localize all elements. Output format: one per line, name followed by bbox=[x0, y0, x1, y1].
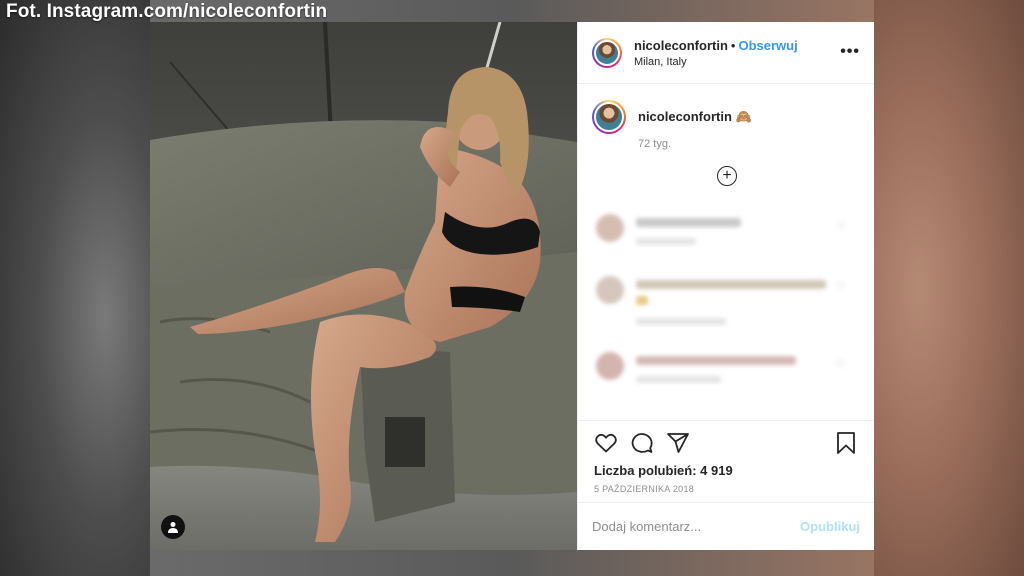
comment-input[interactable]: Dodaj komentarz... bbox=[592, 519, 800, 534]
post-date[interactable]: 5 PAŹDZIERNIKA 2018 bbox=[594, 484, 858, 494]
comment-heart-icon[interactable]: ♡ bbox=[836, 360, 846, 371]
blurred-meta bbox=[636, 238, 696, 245]
blurred-avatar bbox=[596, 352, 624, 380]
blurred-text bbox=[636, 356, 796, 365]
blurred-comment: ♡ bbox=[592, 276, 862, 332]
blurred-meta bbox=[636, 376, 721, 383]
background-blur-right bbox=[874, 0, 1024, 576]
user-silhouette-icon bbox=[168, 522, 178, 533]
blurred-text bbox=[636, 218, 741, 227]
user-tag-icon[interactable] bbox=[161, 515, 185, 539]
blurred-meta bbox=[636, 318, 726, 325]
username-link[interactable]: nicoleconfortin bbox=[634, 38, 728, 53]
likes-count[interactable]: Liczba polubień: 4 919 bbox=[594, 463, 858, 478]
comment-form: Dodaj komentarz... Opublikuj bbox=[578, 502, 874, 550]
post-photo[interactable] bbox=[150, 22, 577, 550]
location-link[interactable]: Milan, Italy bbox=[634, 56, 798, 69]
photo-credit: Fot. Instagram.com/nicoleconfortin bbox=[6, 1, 328, 22]
blurred-comment: ♡ bbox=[592, 352, 862, 392]
icon-row bbox=[594, 431, 858, 455]
caption-time: 72 tyg. bbox=[638, 138, 672, 150]
comment-heart-icon[interactable]: ♡ bbox=[836, 282, 846, 293]
bookmark-icon[interactable] bbox=[834, 431, 858, 455]
caption-text: nicoleconfortin 🙈 72 tyg. bbox=[638, 108, 752, 150]
follow-button[interactable]: Obserwuj bbox=[738, 38, 797, 53]
more-options-icon[interactable]: ••• bbox=[840, 43, 860, 61]
background-blur-left bbox=[0, 0, 150, 576]
caption-avatar-image bbox=[594, 102, 624, 132]
caption-username[interactable]: nicoleconfortin bbox=[638, 109, 732, 124]
comment-heart-icon[interactable]: ♡ bbox=[836, 222, 846, 233]
post-sidebar: nicoleconfortin • Obserwuj Milan, Italy ••… bbox=[577, 22, 874, 550]
blurred-comment: ♡ bbox=[592, 214, 862, 254]
load-more-comments-button[interactable]: + bbox=[717, 166, 737, 186]
blurred-avatar bbox=[596, 214, 624, 242]
blurred-text bbox=[636, 296, 648, 305]
photo-illustration bbox=[150, 22, 577, 550]
publish-button[interactable]: Opublikuj bbox=[800, 519, 860, 534]
caption-avatar[interactable] bbox=[592, 100, 626, 134]
post-header: nicoleconfortin • Obserwuj Milan, Italy ••… bbox=[578, 22, 874, 84]
send-icon[interactable] bbox=[666, 431, 690, 455]
header-text: nicoleconfortin • Obserwuj Milan, Italy bbox=[634, 36, 798, 68]
caption: nicoleconfortin 🙈 72 tyg. bbox=[578, 84, 874, 150]
comment-icon[interactable] bbox=[630, 431, 654, 455]
separator-dot: • bbox=[730, 38, 736, 54]
avatar-image bbox=[594, 39, 620, 66]
blurred-text bbox=[636, 280, 826, 289]
avatar[interactable] bbox=[592, 37, 622, 68]
heart-icon[interactable] bbox=[594, 431, 618, 455]
blurred-avatar bbox=[596, 276, 624, 304]
instagram-post: nicoleconfortin • Obserwuj Milan, Italy ••… bbox=[150, 22, 874, 550]
caption-emoji: 🙈 bbox=[735, 109, 753, 124]
comments-section: nicoleconfortin 🙈 72 tyg. + ♡ ♡ ♡ bbox=[578, 84, 874, 420]
action-bar: Liczba polubień: 4 919 5 PAŹDZIERNIKA 20… bbox=[578, 420, 874, 502]
